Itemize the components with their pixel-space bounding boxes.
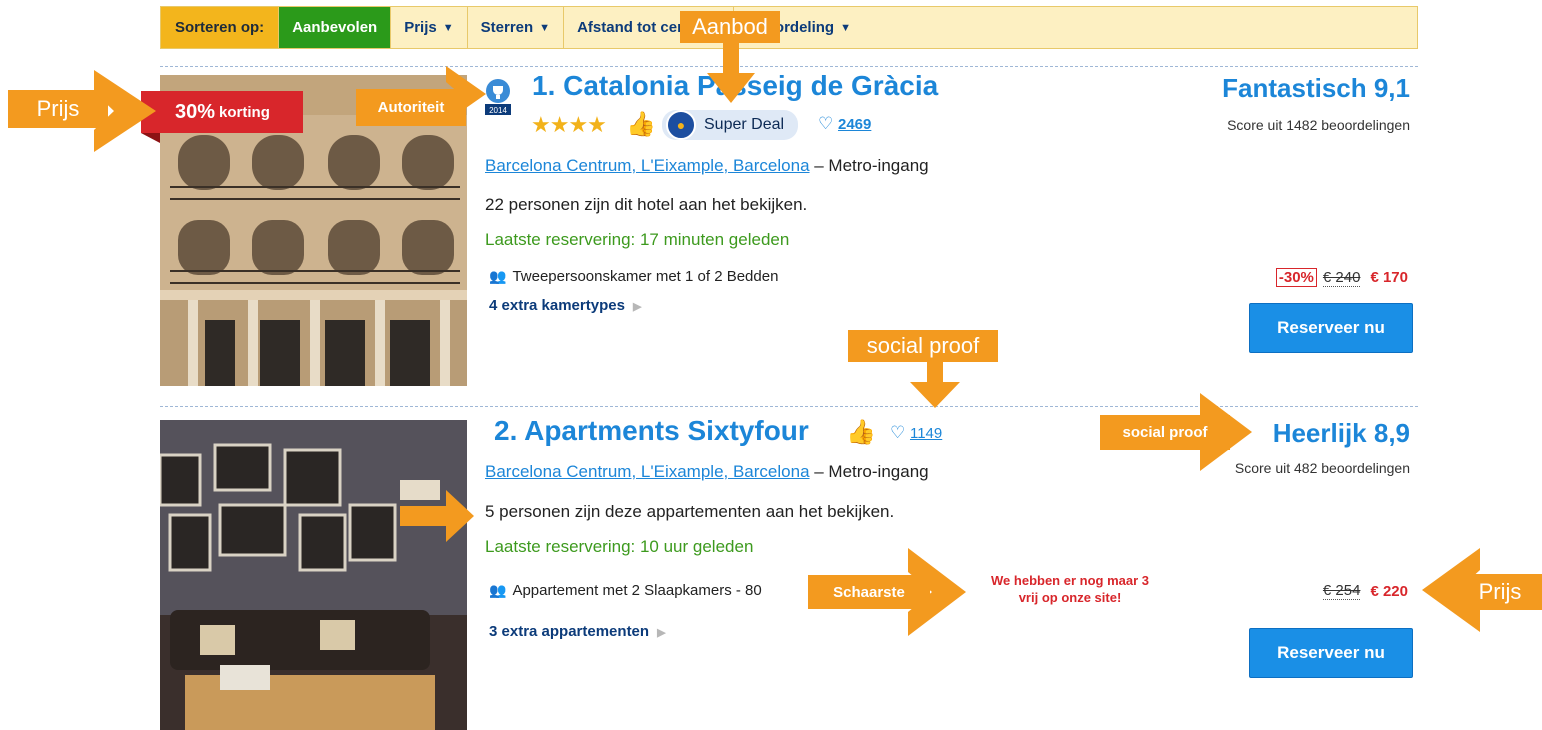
annotation-prijs-left: Prijs bbox=[8, 90, 108, 128]
hotel-title[interactable]: 2. Apartments Sixtyfour bbox=[494, 415, 809, 447]
arrow-right-icon bbox=[94, 70, 156, 152]
location-suffix: – Metro-ingang bbox=[809, 462, 929, 481]
favorites-count: 1149 bbox=[909, 425, 943, 442]
location-link[interactable]: Barcelona Centrum, L'Eixample, Barcelona bbox=[485, 156, 810, 175]
price-row: € 254 € 220 bbox=[1322, 582, 1408, 600]
award-year: 2014 bbox=[489, 106, 507, 115]
thumbs-up-icon: 👍 bbox=[626, 111, 656, 138]
extra-apartments-label: 3 extra appartementen bbox=[489, 623, 650, 640]
sort-recommended[interactable]: Aanbevolen bbox=[279, 7, 392, 48]
favorites-count: 2469 bbox=[837, 116, 872, 133]
rating-word: Fantastisch 9,1 bbox=[1222, 73, 1410, 103]
chevron-down-icon: ▼ bbox=[840, 21, 851, 34]
location-suffix: – Metro-ingang bbox=[809, 156, 929, 175]
sort-recommended-label: Aanbevolen bbox=[292, 19, 378, 36]
scarcity-line-2: vrij op onze site! bbox=[1018, 590, 1122, 605]
discount-percent: 30% bbox=[175, 100, 216, 123]
chevron-down-icon: ▼ bbox=[442, 21, 454, 34]
last-booking-text: Laatste reservering: 10 uur geleden bbox=[485, 537, 754, 556]
super-deal-label: Super Deal bbox=[704, 116, 785, 133]
sort-stars-label: Sterren bbox=[480, 19, 534, 36]
new-price: € 220 bbox=[1370, 582, 1408, 600]
location-link[interactable]: Barcelona Centrum, L'Eixample, Barcelona bbox=[485, 462, 810, 481]
price-row: -30% € 240 € 170 bbox=[1275, 268, 1408, 287]
arrow-right-icon bbox=[446, 66, 486, 122]
discount-word: korting bbox=[219, 103, 270, 121]
discount-ribbon: 30% korting bbox=[141, 91, 303, 133]
hotel-photo[interactable] bbox=[160, 420, 467, 730]
arrow-right-icon bbox=[908, 548, 966, 636]
extra-room-types-label: 4 extra kamertypes bbox=[489, 297, 625, 314]
book-now-button[interactable]: Reserveer nu bbox=[1249, 628, 1413, 678]
favorites[interactable]: ♡ 1149 bbox=[890, 423, 942, 443]
award-badge-icon: 2014 bbox=[485, 79, 511, 115]
extra-apartments[interactable]: 3 extra appartementen ▶ bbox=[489, 623, 666, 640]
apartment-interior-image bbox=[160, 420, 467, 730]
viewers-text: 22 personen zijn dit hotel aan het bekij… bbox=[485, 195, 808, 214]
extra-room-types[interactable]: 4 extra kamertypes ▶ bbox=[489, 297, 641, 314]
viewers-text: 5 personen zijn deze appartementen aan h… bbox=[485, 502, 895, 521]
sort-label: Sorteren op: bbox=[161, 7, 280, 48]
book-now-button[interactable]: Reserveer nu bbox=[1249, 303, 1413, 353]
annotation-social-proof-1: social proof bbox=[848, 330, 998, 362]
arrow-down-icon bbox=[707, 43, 755, 103]
thumbs-up-icon: 👍 bbox=[846, 419, 876, 446]
chevron-right-icon: ▶ bbox=[657, 627, 666, 639]
sort-price[interactable]: Prijs ▼ bbox=[391, 7, 468, 48]
score-subtitle: Score uit 1482 beoordelingen bbox=[1227, 117, 1410, 133]
guests-icon: 👥 bbox=[489, 268, 507, 284]
location: Barcelona Centrum, L'Eixample, Barcelona… bbox=[485, 156, 929, 176]
arrow-right-icon bbox=[1200, 393, 1252, 471]
super-deal-badge: ● Super Deal bbox=[662, 110, 799, 140]
favorites[interactable]: ♡ 2469 bbox=[818, 114, 871, 134]
star-rating: ★★★★ bbox=[531, 112, 607, 137]
sort-bar: Sorteren op: Aanbevolen Prijs ▼ Sterren ▼ … bbox=[160, 6, 1418, 49]
lightbulb-icon: ● bbox=[666, 110, 696, 140]
annotation-prijs-right: Prijs bbox=[1458, 574, 1542, 610]
old-price: € 240 bbox=[1322, 268, 1361, 287]
room-type-label: Tweepersoonskamer met 1 of 2 Bedden bbox=[512, 268, 779, 285]
last-booking-text: Laatste reservering: 17 minuten geleden bbox=[485, 230, 790, 249]
guests-icon: 👥 bbox=[489, 582, 507, 598]
divider bbox=[160, 66, 1418, 67]
room-type-label: Appartement met 2 Slaapkamers - 80 bbox=[512, 582, 762, 599]
arrow-down-icon bbox=[910, 362, 960, 408]
sort-stars[interactable]: Sterren ▼ bbox=[468, 7, 565, 48]
sort-price-label: Prijs bbox=[404, 19, 437, 36]
scarcity-line-1: We hebben er nog maar 3 bbox=[991, 573, 1149, 588]
room-type: 👥 Appartement met 2 Slaapkamers - 80 bbox=[489, 582, 762, 599]
chevron-right-icon: ▶ bbox=[632, 301, 642, 313]
discount-badge: -30% bbox=[1275, 268, 1317, 287]
old-price: € 254 bbox=[1322, 582, 1361, 600]
heart-icon: ♡ bbox=[818, 114, 834, 133]
scarcity-message: We hebben er nog maar 3 vrij op onze sit… bbox=[950, 572, 1190, 606]
arrow-right-icon bbox=[400, 490, 474, 542]
location: Barcelona Centrum, L'Eixample, Barcelona… bbox=[485, 462, 929, 482]
new-price: € 170 bbox=[1370, 269, 1408, 286]
chevron-down-icon: ▼ bbox=[539, 21, 551, 34]
score-subtitle: Score uit 482 beoordelingen bbox=[1234, 460, 1410, 476]
rating-word: Heerlijk 8,9 bbox=[1272, 418, 1410, 448]
annotation-aanbod: Aanbod bbox=[680, 11, 780, 43]
heart-icon: ♡ bbox=[890, 423, 906, 442]
room-type: 👥 Tweepersoonskamer met 1 of 2 Bedden bbox=[489, 268, 778, 285]
